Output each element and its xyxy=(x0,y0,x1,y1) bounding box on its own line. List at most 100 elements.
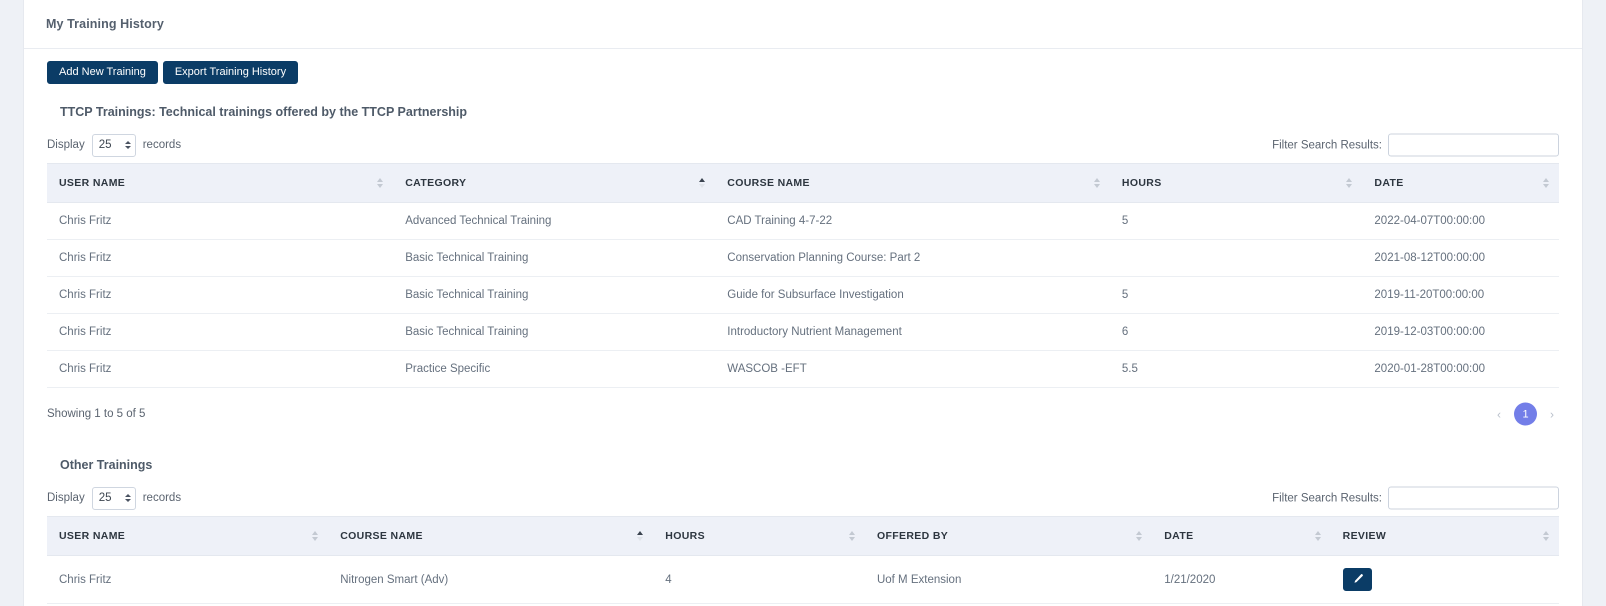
page-number-1[interactable]: 1 xyxy=(1514,402,1537,426)
sort-icon xyxy=(848,531,855,541)
cell-user-name: Chris Fritz xyxy=(47,555,329,604)
sort-icon xyxy=(1093,178,1100,188)
other-header-row: USER NAME COURSE NAME HOURS OFFERED BY D… xyxy=(47,516,1559,556)
content-card: My Training History Add New Training Exp… xyxy=(23,0,1583,606)
ttcp-col-course-name-label: COURSE NAME xyxy=(727,177,810,189)
ttcp-records-select[interactable]: 25 xyxy=(91,133,136,157)
other-records-label: records xyxy=(142,492,182,504)
ttcp-col-user-name[interactable]: USER NAME xyxy=(47,163,394,203)
other-display-label: Display xyxy=(47,492,85,504)
other-col-review[interactable]: REVIEW xyxy=(1330,516,1559,556)
cell-category: Practice Specific xyxy=(393,350,716,388)
sort-ascending-icon xyxy=(637,531,644,541)
action-button-bar: Add New Training Export Training History xyxy=(24,49,1582,84)
cell-category: Basic Technical Training xyxy=(393,239,716,277)
cell-user-name: Chris Fritz xyxy=(47,239,394,277)
app-page: My Training History Add New Training Exp… xyxy=(0,0,1606,606)
other-filter-input[interactable] xyxy=(1388,486,1559,510)
other-display-control: Display 25 records xyxy=(47,486,182,510)
cell-hours: 5 xyxy=(1109,276,1363,314)
ttcp-col-hours[interactable]: HOURS xyxy=(1109,163,1363,203)
cell-date: 1/21/2020 xyxy=(1152,555,1331,604)
ttcp-table-footer: Showing 1 to 5 of 5 ‹ 1 › xyxy=(24,388,1582,440)
other-col-course-name-label: COURSE NAME xyxy=(340,530,423,542)
cell-review xyxy=(1330,555,1559,604)
other-section-heading: Other Trainings xyxy=(60,458,153,472)
ttcp-pagination: ‹ 1 › xyxy=(1492,402,1559,426)
other-col-hours[interactable]: HOURS xyxy=(653,516,865,556)
ttcp-trainings-table: USER NAME CATEGORY COURSE NAME HOURS DAT… xyxy=(47,163,1559,388)
cell-category: Advanced Technical Training xyxy=(393,202,716,240)
page-header: My Training History xyxy=(24,0,1582,49)
cell-hours: 6 xyxy=(1109,313,1363,351)
other-records-select[interactable]: 25 xyxy=(91,486,136,510)
table-row: Chris Fritz Basic Technical Training Int… xyxy=(47,313,1559,351)
ttcp-col-hours-label: HOURS xyxy=(1121,177,1162,189)
cell-course-name: WASCOB -EFT xyxy=(715,350,1110,388)
prev-page-arrow-icon[interactable]: ‹ xyxy=(1492,407,1506,421)
cell-category: Basic Technical Training xyxy=(393,313,716,351)
cell-hours: 5 xyxy=(1109,202,1363,240)
ttcp-col-date[interactable]: DATE xyxy=(1362,163,1559,203)
ttcp-col-course-name[interactable]: COURSE NAME xyxy=(715,163,1110,203)
other-table-controls: Display 25 records Filter Search Results… xyxy=(24,480,1582,516)
export-training-history-button[interactable]: Export Training History xyxy=(162,61,299,84)
cell-user-name: Chris Fritz xyxy=(47,202,394,240)
cell-hours: 5.5 xyxy=(1109,350,1363,388)
cell-date: 2021-08-12T00:00:00 xyxy=(1362,239,1559,277)
cell-user-name: Chris Fritz xyxy=(47,313,394,351)
other-col-hours-label: HOURS xyxy=(665,530,705,542)
other-col-user-name[interactable]: USER NAME xyxy=(47,516,329,556)
ttcp-showing-info: Showing 1 to 5 of 5 xyxy=(47,408,146,420)
ttcp-filter-label: Filter Search Results: xyxy=(1272,139,1382,151)
other-col-offered-by-label: OFFERED BY xyxy=(876,530,949,542)
other-col-date[interactable]: DATE xyxy=(1152,516,1331,556)
cell-date: 2019-12-03T00:00:00 xyxy=(1362,313,1559,351)
next-page-arrow-icon[interactable]: › xyxy=(1545,407,1559,421)
ttcp-section-heading: TTCP Trainings: Technical trainings offe… xyxy=(60,105,468,119)
ttcp-display-control: Display 25 records xyxy=(47,133,182,157)
ttcp-col-user-name-label: USER NAME xyxy=(59,177,126,189)
other-filter-control: Filter Search Results: xyxy=(1272,486,1559,510)
cell-course-name: Nitrogen Smart (Adv) xyxy=(328,555,654,604)
other-col-date-label: DATE xyxy=(1164,530,1194,542)
sort-icon xyxy=(1314,531,1321,541)
add-new-training-button[interactable]: Add New Training xyxy=(47,61,158,84)
ttcp-col-date-label: DATE xyxy=(1374,177,1404,189)
cell-user-name: Chris Fritz xyxy=(47,350,394,388)
sort-icon xyxy=(312,531,319,541)
other-col-offered-by[interactable]: OFFERED BY xyxy=(864,516,1153,556)
other-col-user-name-label: USER NAME xyxy=(59,530,126,542)
other-col-course-name[interactable]: COURSE NAME xyxy=(328,516,654,556)
ttcp-records-select-wrapper: 25 xyxy=(91,133,136,157)
ttcp-col-category-label: CATEGORY xyxy=(405,177,467,189)
cell-date: 2022-04-07T00:00:00 xyxy=(1362,202,1559,240)
other-records-select-wrapper: 25 xyxy=(91,486,136,510)
table-row: Chris Fritz Basic Technical Training Gui… xyxy=(47,276,1559,314)
ttcp-display-label: Display xyxy=(47,139,85,151)
sort-icon xyxy=(1543,178,1549,188)
cell-date: 2019-11-20T00:00:00 xyxy=(1362,276,1559,314)
ttcp-table-controls: Display 25 records Filter Search Results… xyxy=(24,127,1582,163)
ttcp-table-head: USER NAME CATEGORY COURSE NAME HOURS DAT… xyxy=(47,163,1559,203)
cell-hours xyxy=(1109,239,1363,277)
cell-date: 2020-01-28T00:00:00 xyxy=(1362,350,1559,388)
ttcp-filter-control: Filter Search Results: xyxy=(1272,133,1559,157)
cell-course-name: Conservation Planning Course: Part 2 xyxy=(715,239,1110,277)
ttcp-col-category[interactable]: CATEGORY xyxy=(393,163,716,203)
sort-icon xyxy=(1543,531,1549,541)
cell-user-name: Chris Fritz xyxy=(47,276,394,314)
ttcp-filter-input[interactable] xyxy=(1388,133,1559,157)
cell-course-name: Introductory Nutrient Management xyxy=(715,313,1110,351)
page-title: My Training History xyxy=(46,17,164,31)
cell-category: Basic Technical Training xyxy=(393,276,716,314)
sort-icon xyxy=(1136,531,1143,541)
sort-icon xyxy=(1346,178,1353,188)
ttcp-header-row: USER NAME CATEGORY COURSE NAME HOURS DAT… xyxy=(47,163,1559,203)
other-filter-label: Filter Search Results: xyxy=(1272,492,1382,504)
ttcp-records-label: records xyxy=(142,139,182,151)
other-trainings-table: USER NAME COURSE NAME HOURS OFFERED BY D… xyxy=(47,516,1559,604)
ttcp-table-body: Chris Fritz Advanced Technical Training … xyxy=(47,202,1559,388)
review-edit-button[interactable] xyxy=(1342,568,1372,591)
other-table-body: Chris Fritz Nitrogen Smart (Adv) 4 Uof M… xyxy=(47,555,1559,604)
